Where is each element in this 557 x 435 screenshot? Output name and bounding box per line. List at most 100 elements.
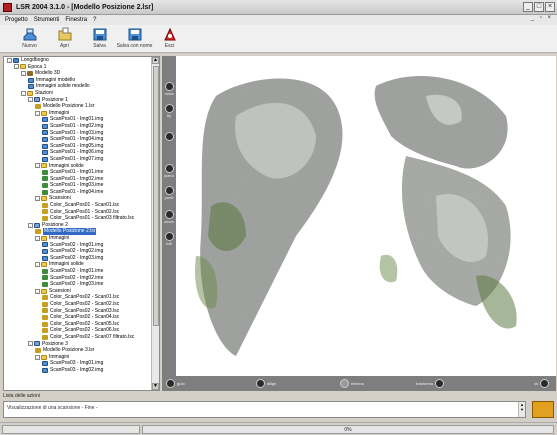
actions-scrollbar[interactable]: ▲ ▼ xyxy=(518,402,525,417)
tree-node[interactable]: Immagini modello xyxy=(4,77,151,84)
tree-node-label: Posizione 1 xyxy=(42,96,68,103)
bottom-tool-gufo[interactable]: gufo xyxy=(166,379,185,388)
tree-node[interactable]: ScanPos01 - Img06.img xyxy=(4,149,151,156)
tree-node[interactable]: ScanPos01 - Img03.ime xyxy=(4,182,151,189)
side-tool-separator[interactable] xyxy=(163,132,175,141)
side-tool-fly[interactable]: fly xyxy=(163,104,175,118)
tree-node[interactable]: Color_ScanPos02 - Scan01.lsc xyxy=(4,294,151,301)
tree-node[interactable]: ScanPos03 - Img02.img xyxy=(4,367,151,374)
expand-toggle-icon[interactable]: - xyxy=(28,97,33,103)
side-tool-zoom[interactable]: zoom xyxy=(163,210,175,224)
scroll-down-arrow[interactable]: ▼ xyxy=(152,383,159,390)
project-tree[interactable]: - Longdbogno - Epoca 1- Modello 3D Immagini m… xyxy=(3,56,160,391)
tree-node[interactable]: - Immagini solide xyxy=(4,163,151,170)
tree-node[interactable]: Color_ScanPos01 - Scan01.lsc xyxy=(4,202,151,209)
tree-node[interactable]: - Posizione 1 xyxy=(4,97,151,104)
tree-node[interactable]: - Scansioni xyxy=(4,195,151,202)
tree-node[interactable]: - Scansioni xyxy=(4,288,151,295)
tree-node[interactable]: Color_ScanPos02 - Scan03.lsc xyxy=(4,308,151,315)
side-tool-ruota[interactable]: ruota xyxy=(163,82,175,96)
exit-button[interactable]: Esci xyxy=(152,25,187,52)
expand-toggle-icon[interactable]: - xyxy=(28,341,33,347)
tree-node[interactable]: - Posizione 3 xyxy=(4,341,151,348)
tree-node[interactable]: ScanPos02 - Img03.img xyxy=(4,255,151,262)
expand-toggle-icon[interactable]: - xyxy=(7,57,12,63)
tree-node[interactable]: ScanPos01 - Img02.ime xyxy=(4,176,151,183)
tree-node[interactable]: - Epoca 1 xyxy=(4,64,151,71)
tree-scrollbar[interactable]: ▲ ▼ xyxy=(151,57,159,390)
point-cloud-viewer[interactable] xyxy=(176,56,556,376)
tree-node[interactable]: Color_ScanPos01 - Scan02.lsc xyxy=(4,209,151,216)
tree-node[interactable]: ScanPos01 - Img04.img xyxy=(4,136,151,143)
expand-toggle-icon[interactable]: - xyxy=(35,235,40,241)
tree-node[interactable]: - Stazioni xyxy=(4,90,151,97)
tree-node[interactable]: ScanPos02 - Img01.img xyxy=(4,242,151,249)
tree-node[interactable]: ScanPos02 - Img03.ime xyxy=(4,281,151,288)
tree-node[interactable]: Color_ScanPos01 - Scan03 filtrato.lsc xyxy=(4,215,151,222)
tree-node[interactable]: ScanPos01 - Img01.img xyxy=(4,116,151,123)
bottom-tool-allign[interactable]: allign xyxy=(256,379,276,388)
mdi-window-controls[interactable]: _ ▫ × xyxy=(531,15,553,21)
expand-toggle-icon[interactable]: - xyxy=(14,64,19,70)
tree-node[interactable]: ScanPos03 - Img01.img xyxy=(4,360,151,367)
save-as-button[interactable]: Salva con nome xyxy=(117,25,152,52)
menu-help[interactable]: ? xyxy=(90,17,99,23)
tree-node[interactable]: - Modello 3D xyxy=(4,70,151,77)
expand-toggle-icon[interactable]: - xyxy=(28,222,33,228)
tree-node[interactable]: Color_ScanPos02 - Scan06.lsc xyxy=(4,327,151,334)
tree-node[interactable]: Color_ScanPos02 - Scan05.lsc xyxy=(4,321,151,328)
save-button[interactable]: Salva xyxy=(82,25,117,52)
bottom-tool-ok[interactable]: ok xyxy=(534,379,550,388)
expand-toggle-icon[interactable]: - xyxy=(35,163,40,169)
side-tool-rulli[interactable]: rulli xyxy=(163,232,175,246)
expand-toggle-icon[interactable]: - xyxy=(21,70,26,76)
tree-node[interactable]: - Immagini solide xyxy=(4,261,151,268)
bottom-tool-elimina[interactable]: elimina xyxy=(340,379,364,388)
tree-node-label: ScanPos01 - Img01.img xyxy=(50,116,104,123)
expand-toggle-icon[interactable]: - xyxy=(21,90,26,96)
tree-node[interactable]: ScanPos01 - Img02.img xyxy=(4,123,151,130)
tree-node[interactable]: ScanPos02 - Img02.ime xyxy=(4,275,151,282)
tree-node[interactable]: Modello Posizione 2.lsr xyxy=(4,228,151,236)
actions-list[interactable]: Visualizzazione di una scansione - Fine … xyxy=(3,401,526,418)
maximize-button[interactable]: □ xyxy=(534,2,544,12)
open-button[interactable]: Apri xyxy=(47,25,82,52)
new-button[interactable]: Nuovo xyxy=(12,25,47,52)
menu-progetto[interactable]: Progetto xyxy=(2,17,31,23)
side-tool-piano[interactable]: piano xyxy=(163,164,175,178)
tree-node[interactable]: ScanPos02 - Img02.img xyxy=(4,248,151,255)
tree-node[interactable]: ScanPos01 - Img04.ime xyxy=(4,189,151,196)
tree-node[interactable]: ScanPos01 - Img03.img xyxy=(4,130,151,137)
menu-strumenti[interactable]: Strumenti xyxy=(31,17,63,23)
tree-node[interactable]: Immagini solide modello xyxy=(4,83,151,90)
tree-node[interactable]: ScanPos01 - Img05.img xyxy=(4,143,151,150)
tree-node[interactable]: - Longdbogno xyxy=(4,57,151,64)
expand-toggle-icon[interactable]: - xyxy=(35,288,40,294)
tree-node[interactable]: Modello Posizione 1.lsr xyxy=(4,103,151,110)
tree-node[interactable]: Color_ScanPos02 - Scan07 filtrato.lsc xyxy=(4,334,151,341)
expand-toggle-icon[interactable]: - xyxy=(35,354,40,360)
tree-node[interactable]: Color_ScanPos02 - Scan02.lsc xyxy=(4,301,151,308)
expand-toggle-icon[interactable]: - xyxy=(35,262,40,268)
tree-node[interactable]: Color_ScanPos02 - Scan04.lsc xyxy=(4,314,151,321)
tree-node[interactable]: ScanPos02 - Img01.ime xyxy=(4,268,151,275)
eye-icon xyxy=(42,281,48,287)
menu-finestra[interactable]: Finestra xyxy=(62,17,90,23)
close-button[interactable]: × xyxy=(545,2,555,12)
tree-node[interactable]: - Posizione 2 xyxy=(4,222,151,229)
tree-node[interactable]: Modello Posizione 3.lsr xyxy=(4,347,151,354)
scroll-up-arrow[interactable]: ▲ xyxy=(152,57,159,64)
scroll-thumb[interactable] xyxy=(153,66,159,326)
tree-node[interactable]: - Immagini xyxy=(4,110,151,117)
bottom-tool-trasforma[interactable]: trasforma xyxy=(416,379,444,388)
window-controls: _ □ × xyxy=(523,2,555,12)
tree-node[interactable]: - Immagini xyxy=(4,354,151,361)
expand-toggle-icon[interactable]: - xyxy=(35,110,40,116)
minimize-button[interactable]: _ xyxy=(523,2,533,12)
expand-toggle-icon[interactable]: - xyxy=(35,196,40,202)
folder-icon xyxy=(41,196,47,202)
tree-node[interactable]: ScanPos01 - Img07.img xyxy=(4,156,151,163)
side-tool-punti[interactable]: punti xyxy=(163,186,175,200)
tree-node[interactable]: - Immagini xyxy=(4,235,151,242)
tree-node[interactable]: ScanPos01 - Img01.ime xyxy=(4,169,151,176)
